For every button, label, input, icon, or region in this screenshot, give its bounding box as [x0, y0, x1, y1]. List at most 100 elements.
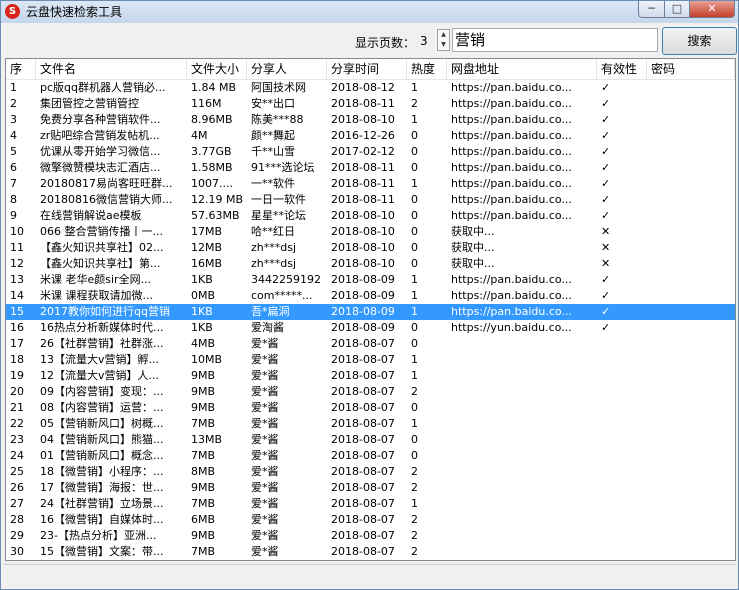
title-bar[interactable]: S 云盘快速检索工具 ─ □ ✕ — [1, 1, 738, 23]
cell-sharer: 爱*酱 — [251, 337, 279, 350]
cell-share-time: 2018-08-07 — [331, 385, 395, 398]
table-row[interactable]: 22 05【营销新风口】树概... 7MB 爱*酱 2018-08-07 1 — [6, 416, 735, 432]
table-row[interactable]: 7 20180817易尚客旺旺群... 1007.... 一**软件 2018-08-1… — [6, 176, 735, 192]
cell-heat: 1 — [411, 81, 418, 94]
table-row[interactable]: 18 13【流量大v营销】孵... 10MB 爱*酱 2018-08-07 1 — [6, 352, 735, 368]
column-header-pan-url[interactable]: 网盘地址 — [447, 59, 597, 79]
search-input[interactable]: 营销 — [452, 28, 658, 52]
cell-file-name: 【鑫火知识共享社】02... — [40, 241, 164, 254]
table-row[interactable]: 2 集团管控之营销管控 116M 安**出口 2018-08-11 2 https://pa… — [6, 96, 735, 112]
cell-share-time: 2018-08-11 — [331, 177, 395, 190]
table-row[interactable]: 29 23-【热点分析】亚洲... 9MB 爱*酱 2018-08-07 2 — [6, 528, 735, 544]
table-row[interactable]: 24 01【营销新风口】概念... 7MB 爱*酱 2018-08-07 0 — [6, 448, 735, 464]
cell-share-time: 2016-12-26 — [331, 129, 395, 142]
cell-validity — [597, 448, 647, 464]
table-row[interactable]: 1 pc版qq群机器人营销必... 1.84 MB 阿国技术网 2018-08-12 1 h… — [6, 80, 735, 96]
cell-password — [647, 144, 735, 160]
cell-sharer: 一日一软件 — [251, 193, 306, 206]
table-row[interactable]: 14 米课 课程获取请加微... 0MB com*****... 2018-08-09 1… — [6, 288, 735, 304]
cell-file-size: 4MB — [191, 337, 216, 350]
cell-pan-url: https://pan.baidu.co... — [451, 193, 572, 206]
pages-value[interactable]: 3 — [420, 34, 428, 48]
search-button[interactable]: 搜索 — [662, 27, 737, 55]
cell-seq: 15 — [10, 305, 24, 318]
cell-share-time: 2018-08-07 — [331, 497, 395, 510]
cell-sharer: 3442259192 — [251, 273, 321, 286]
table-row[interactable]: 19 12【流量大v营销】人... 9MB 爱*酱 2018-08-07 1 — [6, 368, 735, 384]
table-row[interactable]: 13 米课 老华e颜sir全网... 1KB 3442259192 2018-08-09… — [6, 272, 735, 288]
column-header-file-size[interactable]: 文件大小 — [187, 59, 247, 79]
table-row[interactable]: 12 【鑫火知识共享社】第... 16MB zh***dsj 2018-08-10 0 获取… — [6, 256, 735, 272]
table-row[interactable]: 28 16【微营销】自媒体时... 6MB 爱*酱 2018-08-07 2 — [6, 512, 735, 528]
cell-validity — [597, 480, 647, 496]
pages-stepper[interactable]: ▲ ▼ — [437, 29, 450, 51]
table-row[interactable]: 25 18【微营销】小程序：... 8MB 爱*酱 2018-08-07 2 — [6, 464, 735, 480]
cell-pan-url — [447, 464, 597, 480]
cell-sharer: 一**软件 — [251, 177, 295, 190]
table-row[interactable]: 9 在线营销解说ae模板 57.63MB 星星**论坛 2018-08-10 0 https… — [6, 208, 735, 224]
cell-file-name: 【鑫火知识共享社】第... — [40, 257, 161, 270]
app-window: S 云盘快速检索工具 ─ □ ✕ 显示页数： 3 ▲ ▼ 营销 搜索 序文件名文… — [0, 0, 739, 590]
cell-heat: 0 — [411, 145, 418, 158]
cell-seq: 18 — [10, 353, 24, 366]
table-row[interactable]: 27 24【社群营销】立场景... 7MB 爱*酱 2018-08-07 1 — [6, 496, 735, 512]
cell-pan-url: https://pan.baidu.co... — [451, 113, 572, 126]
cell-sharer: zh***dsj — [251, 257, 297, 270]
table-row[interactable]: 15 2017教你如何进行qq营销 1KB 吾*扁洞 2018-08-09 1 https:… — [6, 304, 735, 320]
cell-validity: ✓ — [601, 177, 611, 190]
table-row[interactable]: 8 20180816微信营销大师... 12.19 MB 一日一软件 2018-08-1… — [6, 192, 735, 208]
cell-file-name: 08【内容营销】运营：... — [40, 401, 164, 414]
cell-seq: 3 — [10, 113, 17, 126]
table-row[interactable]: 4 zr贴吧综合营销发帖机... 4M 颜**舞起 2016-12-26 0 https:/… — [6, 128, 735, 144]
cell-file-size: 7MB — [191, 545, 216, 558]
cell-validity — [597, 544, 647, 560]
table-row[interactable]: 20 09【内容营销】变现：... 9MB 爱*酱 2018-08-07 2 — [6, 384, 735, 400]
table-row[interactable]: 26 17【微营销】海报：世... 9MB 爱*酱 2018-08-07 2 — [6, 480, 735, 496]
cell-password — [647, 80, 735, 96]
spin-up-icon[interactable]: ▲ — [438, 30, 449, 40]
column-header-validity[interactable]: 有效性 — [597, 59, 647, 79]
column-header-heat[interactable]: 热度 — [407, 59, 447, 79]
minimize-button[interactable]: ─ — [638, 1, 665, 18]
cell-heat: 0 — [411, 241, 418, 254]
table-row[interactable]: 10 066 整合营销传播丨一... 17MB 哈**红日 2018-08-10 0 获取中… — [6, 224, 735, 240]
results-table[interactable]: 序文件名 文件大小 分享人 分享时间 热度 网盘地址 有效性 密码 1 pc版qq群机器人营销必… — [5, 58, 736, 561]
cell-heat: 0 — [411, 433, 418, 446]
cell-validity: ✓ — [601, 305, 611, 318]
table-row[interactable]: 16 16热点分析新媒体时代... 1KB 爱淘酱 2018-08-09 0 https:/… — [6, 320, 735, 336]
column-header-share-time[interactable]: 分享时间 — [327, 59, 407, 79]
table-row[interactable]: 23 04【营销新风口】熊猫... 13MB 爱*酱 2018-08-07 0 — [6, 432, 735, 448]
cell-sharer: 爱*酱 — [251, 513, 279, 526]
cell-seq: 26 — [10, 481, 24, 494]
table-row[interactable]: 11 【鑫火知识共享社】02... 12MB zh***dsj 2018-08-10 0 获… — [6, 240, 735, 256]
column-header-file-name[interactable]: 文件名 — [36, 59, 187, 79]
cell-validity — [597, 336, 647, 352]
cell-seq: 6 — [10, 161, 17, 174]
table-row[interactable]: 5 优课从零开始学习微信... 3.77GB 千**山雪 2017-02-12 0 http… — [6, 144, 735, 160]
close-button[interactable]: ✕ — [689, 1, 735, 18]
table-row[interactable]: 6 微擎微赞模块志汇酒店... 1.58MB 91***选论坛 2018-08-11 0 h… — [6, 160, 735, 176]
cell-seq: 14 — [10, 289, 24, 302]
table-row[interactable]: 21 08【内容营销】运营：... 9MB 爱*酱 2018-08-07 0 — [6, 400, 735, 416]
cell-password — [647, 128, 735, 144]
table-row[interactable]: 30 15【微营销】文案：带... 7MB 爱*酱 2018-08-07 2 — [6, 544, 735, 560]
cell-password — [647, 544, 735, 560]
column-header-password[interactable]: 密码 — [647, 59, 735, 79]
cell-file-size: 10MB — [191, 353, 223, 366]
cell-file-name: 免费分享各种营销软件... — [40, 113, 161, 126]
column-header-seq[interactable]: 序 — [6, 59, 36, 79]
maximize-button[interactable]: □ — [664, 1, 690, 18]
cell-password — [647, 384, 735, 400]
cell-validity — [597, 368, 647, 384]
cell-pan-url: https://pan.baidu.co... — [451, 209, 572, 222]
cell-sharer: 爱*酱 — [251, 353, 279, 366]
table-row[interactable]: 17 26【社群营销】社群涨... 4MB 爱*酱 2018-08-07 0 — [6, 336, 735, 352]
column-header-sharer[interactable]: 分享人 — [247, 59, 327, 79]
spin-down-icon[interactable]: ▼ — [438, 40, 449, 50]
cell-heat: 1 — [411, 417, 418, 430]
cell-pan-url — [447, 448, 597, 464]
cell-heat: 0 — [411, 337, 418, 350]
cell-file-size: 7MB — [191, 497, 216, 510]
table-row[interactable]: 3 免费分享各种营销软件... 8.96MB 陈美***88 2018-08-10 1 ht… — [6, 112, 735, 128]
cell-heat: 0 — [411, 193, 418, 206]
